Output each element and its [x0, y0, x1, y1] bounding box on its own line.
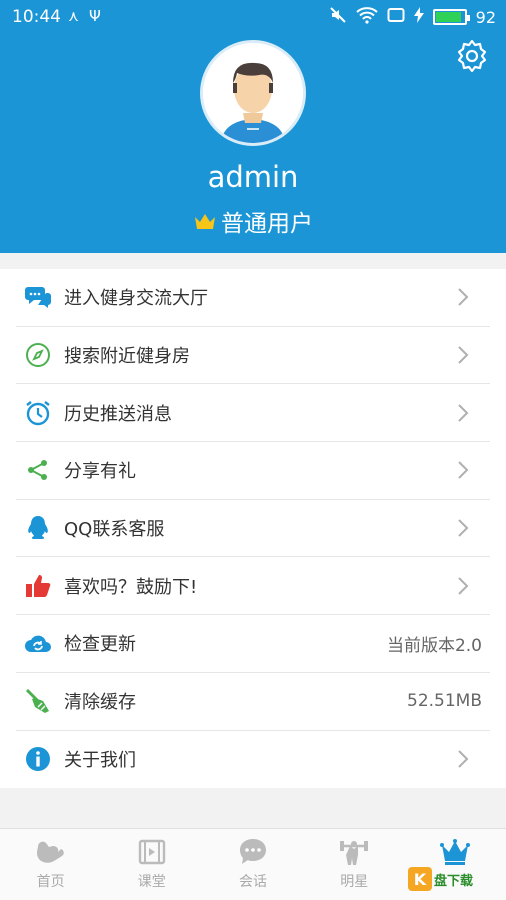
screen-icon	[387, 7, 405, 27]
cloud-refresh-icon	[24, 629, 52, 657]
chat-icon	[240, 839, 266, 864]
cache-size-value: 52.51MB	[407, 691, 482, 712]
charging-icon	[413, 7, 424, 27]
chevron-right-icon	[458, 288, 469, 307]
battery-percent: 92	[475, 7, 496, 27]
network-share-icon: ⋏	[68, 7, 79, 25]
tab-label: 会话	[239, 874, 267, 890]
film-icon	[138, 839, 165, 865]
menu-item-label: 清除缓存	[64, 692, 136, 714]
info-icon	[24, 745, 52, 773]
tab-home[interactable]: 首页	[0, 829, 101, 900]
settings-menu: 进入健身交流大厅 搜索附近健身房 历史推送消息 分享有礼 QQ联系客服 喜欢吗？…	[0, 269, 506, 789]
chevron-right-icon	[458, 346, 469, 364]
menu-item-label: 历史推送消息	[64, 403, 172, 425]
avatar[interactable]	[200, 40, 306, 146]
crown-icon	[440, 839, 471, 865]
weightlifter-icon	[340, 841, 369, 865]
menu-item-qq-support[interactable]: QQ联系客服	[16, 500, 490, 558]
menu-item-label: 进入健身交流大厅	[64, 288, 208, 310]
status-right: 92	[329, 6, 496, 28]
chevron-right-icon	[458, 519, 469, 537]
chevron-right-icon	[458, 577, 469, 595]
username: admin	[207, 160, 299, 194]
watermark-logo: K 盘下载	[408, 866, 500, 892]
menu-item-fitness-hall[interactable]: 进入健身交流大厅	[16, 269, 490, 327]
gear-icon[interactable]	[454, 38, 490, 74]
wifi-icon	[355, 6, 378, 28]
status-time: 10:44	[12, 7, 61, 27]
crown-badge-icon	[195, 214, 215, 229]
profile-header: 10:44 ⋏ Ψ 92 admin 普通用户	[0, 0, 506, 253]
battery-icon	[432, 9, 470, 25]
chevron-right-icon	[458, 404, 469, 422]
menu-item-nearby-gyms[interactable]: 搜索附近健身房	[16, 327, 490, 385]
tab-stars[interactable]: 明星	[304, 829, 405, 900]
menu-item-label: 分享有礼	[64, 461, 136, 483]
menu-item-share[interactable]: 分享有礼	[16, 442, 490, 500]
compass-icon	[24, 341, 52, 369]
chevron-right-icon	[458, 750, 469, 769]
tab-chat[interactable]: 会话	[202, 829, 303, 900]
tab-label: 首页	[36, 874, 65, 890]
tab-classroom[interactable]: 课堂	[101, 829, 202, 900]
thumbs-up-icon	[24, 572, 52, 600]
watermark-letter: K	[408, 867, 432, 891]
muscle-icon	[36, 841, 64, 863]
broom-icon	[24, 687, 52, 715]
notification-icons: ⋏ Ψ	[68, 7, 101, 25]
menu-item-about-us[interactable]: 关于我们	[16, 731, 490, 789]
tab-label: 课堂	[137, 874, 166, 890]
status-bar: 10:44 ⋏ Ψ 92	[0, 0, 506, 34]
user-level-label: 普通用户	[221, 211, 313, 237]
watermark-text: 盘下载	[434, 873, 474, 889]
share-icon	[24, 456, 52, 484]
menu-item-rate-app[interactable]: 喜欢吗？鼓励下!	[16, 557, 490, 616]
menu-item-check-update[interactable]: 检查更新 当前版本2.0	[16, 615, 490, 673]
mute-icon	[329, 6, 347, 28]
chat-bubbles-icon	[24, 283, 52, 311]
menu-item-label: 搜索附近健身房	[64, 346, 190, 368]
user-level: 普通用户	[0, 204, 506, 238]
menu-item-label: 检查更新	[64, 634, 136, 656]
version-value: 当前版本2.0	[386, 635, 482, 656]
usb-icon: Ψ	[89, 7, 101, 25]
menu-item-label: 喜欢吗？鼓励下!	[64, 576, 198, 598]
menu-item-label: QQ联系客服	[64, 519, 165, 541]
menu-item-push-history[interactable]: 历史推送消息	[16, 384, 490, 443]
menu-item-label: 关于我们	[64, 750, 136, 772]
qq-penguin-icon	[24, 514, 52, 542]
alarm-clock-icon	[24, 399, 52, 427]
tab-label: 明星	[340, 874, 369, 890]
chevron-right-icon	[458, 461, 469, 480]
menu-item-clear-cache[interactable]: 清除缓存 52.51MB	[16, 673, 490, 731]
